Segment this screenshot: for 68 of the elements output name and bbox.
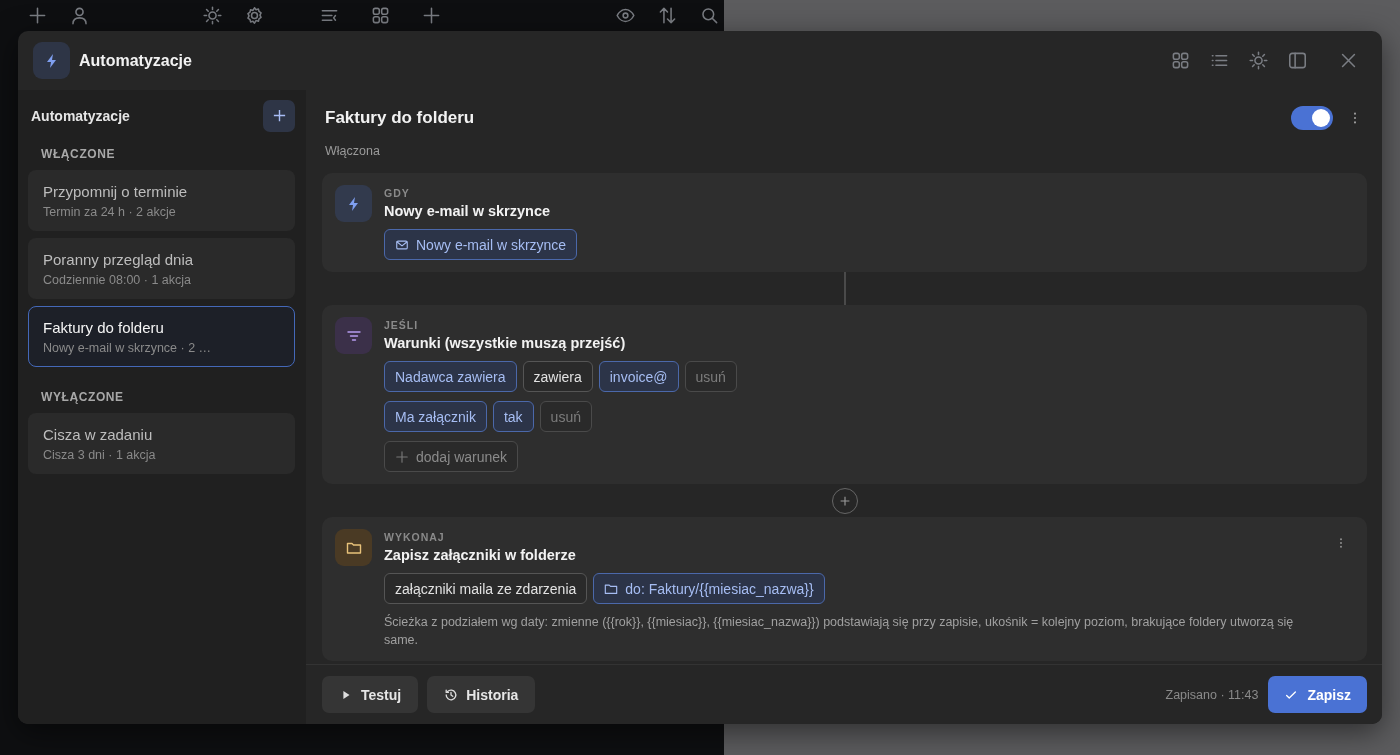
bolt-icon (33, 42, 70, 79)
item-detail: Nowy e-mail w skrzynce · 2 … (43, 341, 213, 355)
remove-button[interactable]: usuń (684, 361, 737, 392)
step-note: Ścieżka z podziałem wg daty: zmienne ({{rok}}, {{miesiac}}, {{miesiac_nazwa}}) podstawiają się przy zapisie, ukośnik = kolejny poziom, brakujące foldery utworzą się same. (384, 613, 1295, 649)
step-title: Warunki (wszystkie muszą przejść) (384, 335, 627, 351)
item-name: Poranny przegląd dnia (43, 251, 195, 268)
item-detail: Codziennie 08:00 · 1 akcja (43, 273, 192, 287)
automation-title: Faktury do folderu (325, 108, 475, 128)
field-chip[interactable]: Ma załącznik (384, 401, 487, 432)
plus-icon[interactable] (422, 6, 441, 25)
close-icon[interactable] (1339, 51, 1358, 70)
automation-item[interactable]: Przypomnij o terminie Termin za 24 h · 2 akcje (28, 170, 295, 231)
remove-button[interactable]: usuń (539, 401, 592, 432)
step-title: Zapisz załączniki w folderze (384, 547, 577, 563)
add-step-button[interactable] (831, 487, 858, 514)
folder-icon (335, 529, 372, 566)
save-status: Zapisano · 11:43 (1165, 687, 1259, 702)
sun-icon[interactable] (1249, 51, 1268, 70)
plus-icon[interactable] (28, 6, 47, 25)
mail-icon (395, 237, 409, 252)
bolt-icon (335, 185, 372, 222)
step-label: WYKONAJ (384, 531, 446, 543)
history-icon (444, 687, 459, 702)
folder-icon (604, 581, 619, 596)
item-name: Faktury do folderu (43, 319, 165, 336)
add-condition-button[interactable]: dodaj warunek (384, 441, 519, 472)
automation-item[interactable]: Cisza w zadaniu Cisza 3 dni · 1 akcja (28, 413, 295, 474)
user-icon[interactable] (70, 6, 89, 25)
search-icon[interactable] (700, 6, 719, 25)
status-text: Włączona (325, 144, 381, 158)
grid-icon[interactable] (371, 6, 390, 25)
save-button[interactable]: Zapisz (1268, 676, 1367, 713)
automation-item[interactable]: Poranny przegląd dnia Codziennie 08:00 · 1 akcja (28, 238, 295, 299)
connector-line (843, 272, 846, 305)
more-icon[interactable] (1353, 111, 1357, 125)
event-chip[interactable]: Nowy e-mail w skrzynce (384, 229, 578, 260)
eye-icon[interactable] (616, 6, 635, 25)
sort-icon[interactable] (658, 6, 677, 25)
item-name: Cisza w zadaniu (43, 426, 154, 443)
source-chip[interactable]: załączniki maila ze zdarzenia (384, 573, 588, 604)
step-label: JEŚLI (384, 319, 420, 331)
filter-icon (335, 317, 372, 354)
window-title: Automatyzacje (79, 51, 192, 70)
group-label: WŁĄCZONE (40, 146, 117, 163)
plus-icon (395, 449, 409, 464)
sun-icon[interactable] (203, 6, 222, 25)
settings-icon[interactable] (245, 6, 264, 25)
folder-chip[interactable]: do: Faktury/{{miesiac_nazwa}} (593, 573, 825, 604)
grid-icon[interactable] (1171, 51, 1190, 70)
operator-chip[interactable]: zawiera (522, 361, 593, 392)
test-button[interactable]: Testuj (322, 676, 419, 713)
history-button[interactable]: Historia (427, 676, 536, 713)
group-label: WYŁĄCZONE (40, 389, 125, 406)
sidebar-title: Automatyzacje (31, 107, 130, 124)
automation-item[interactable]: Faktury do folderu Nowy e-mail w skrzynce · 2 … (28, 306, 295, 367)
step-title: Nowy e-mail w skrzynce (384, 203, 551, 219)
value-chip[interactable]: invoice@ (598, 361, 679, 392)
field-chip[interactable]: Nadawca zawiera (384, 361, 517, 392)
enable-toggle[interactable] (1291, 106, 1333, 130)
more-icon[interactable] (1339, 537, 1343, 549)
sidebar-icon[interactable] (1288, 51, 1307, 70)
item-name: Przypomnij o terminie (43, 183, 189, 200)
value-chip[interactable]: tak (492, 401, 534, 432)
step-label: GDY (384, 187, 411, 199)
item-detail: Termin za 24 h · 2 akcje (43, 205, 177, 219)
add-button[interactable] (263, 99, 295, 132)
plus-icon (271, 108, 287, 123)
item-detail: Cisza 3 dni · 1 akcja (43, 448, 157, 462)
